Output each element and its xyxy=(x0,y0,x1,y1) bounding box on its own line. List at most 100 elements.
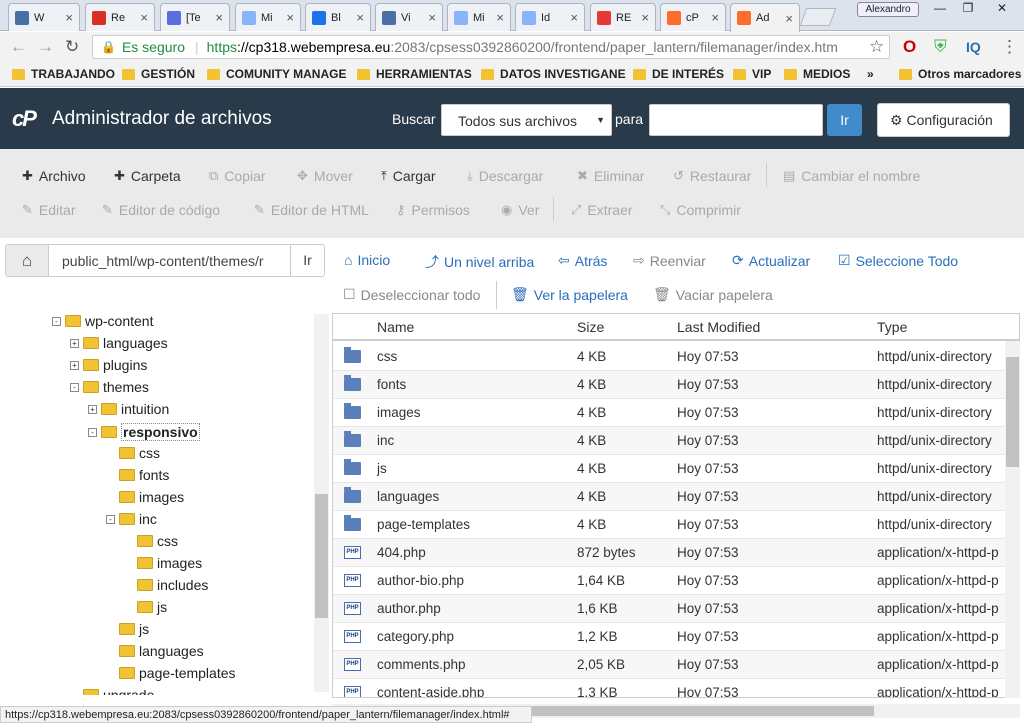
actualizar-button[interactable]: ⟳ Actualizar xyxy=(732,252,810,269)
tree-scrollbar[interactable] xyxy=(314,314,329,692)
permisos-button[interactable]: ⚷ Permisos xyxy=(396,202,470,218)
cargar-button[interactable]: ⤒ Cargar xyxy=(381,168,436,184)
cpanel-logo[interactable]: cP xyxy=(12,106,37,132)
column-header-type[interactable]: Type xyxy=(877,319,907,335)
editor-de-html-button[interactable]: ✎ Editor de HTML xyxy=(254,202,369,218)
file-row[interactable]: languages 4 KB Hoy 07:53 httpd/unix-directo… xyxy=(333,483,1019,511)
column-header-name[interactable]: Name xyxy=(377,319,414,335)
file-row[interactable]: PHP comments.php 2,05 KB Hoy 07:53 applicati… xyxy=(333,651,1019,679)
browser-tab[interactable]: cP × xyxy=(660,3,726,31)
file-row[interactable]: PHP content-aside.php 1,3 KB Hoy 07:53 appli… xyxy=(333,679,1019,697)
tab-close-icon[interactable]: × xyxy=(711,10,719,25)
tree-node-languages[interactable]: + languages xyxy=(70,335,168,351)
tab-close-icon[interactable]: × xyxy=(496,10,504,25)
column-header-last-modified[interactable]: Last Modified xyxy=(677,319,760,335)
forward-icon[interactable]: → xyxy=(37,37,54,57)
tab-close-icon[interactable]: × xyxy=(65,10,73,25)
search-scope-select[interactable]: Todos sus archivos ▼ xyxy=(441,104,612,136)
bookmark-folder[interactable]: MEDIOS xyxy=(784,67,850,81)
ver-button[interactable]: ◉ Ver xyxy=(501,202,539,218)
file-row[interactable]: images 4 KB Hoy 07:53 httpd/unix-directory xyxy=(333,399,1019,427)
inicio-button[interactable]: ⌂ Inicio xyxy=(344,252,390,268)
collapse-icon[interactable]: - xyxy=(106,514,115,524)
minimize-button[interactable]: — xyxy=(925,0,955,18)
tree-node-intuition[interactable]: + intuition xyxy=(88,401,169,417)
back-icon[interactable]: ← xyxy=(10,37,27,57)
copiar-button[interactable]: ⧉ Copiar xyxy=(209,168,266,184)
tree-node-page-templates[interactable]: page-templates xyxy=(106,665,236,681)
collapse-icon[interactable]: - xyxy=(70,382,79,392)
collapse-icon[interactable]: - xyxy=(88,427,97,437)
tree-node-themes[interactable]: - themes xyxy=(70,379,149,395)
seleccione-todo-button[interactable]: ☑ Seleccione Todo xyxy=(838,252,958,269)
tree-node-wp-content[interactable]: - wp-content xyxy=(52,313,153,329)
eliminar-button[interactable]: ✖ Eliminar xyxy=(577,168,644,184)
reload-icon[interactable]: ↻ xyxy=(65,37,79,57)
file-row[interactable]: inc 4 KB Hoy 07:53 httpd/unix-directory xyxy=(333,427,1019,455)
path-go-button[interactable]: Ir xyxy=(290,245,324,276)
path-input[interactable]: public_html/wp-content/themes/r xyxy=(62,253,282,269)
tree-node-plugins[interactable]: + plugins xyxy=(70,357,147,373)
file-row[interactable]: page-templates 4 KB Hoy 07:53 httpd/unix-di… xyxy=(333,511,1019,539)
reenviar-button[interactable]: ⇨ Reenviar xyxy=(633,252,706,269)
tree-node-css[interactable]: css xyxy=(124,533,178,549)
tree-node-responsivo[interactable]: - responsivo xyxy=(88,423,200,441)
bookmark-folder[interactable]: TRABAJANDO xyxy=(12,67,115,81)
file-row[interactable]: PHP category.php 1,2 KB Hoy 07:53 applicatio… xyxy=(333,623,1019,651)
tree-node-js[interactable]: js xyxy=(106,621,149,637)
restaurar-button[interactable]: ↺ Restaurar xyxy=(673,168,751,184)
url-field[interactable]: 🔒 Es seguro | https://cp318.webempresa.e… xyxy=(92,35,890,59)
new-tab-button[interactable] xyxy=(799,8,837,26)
home-button[interactable]: ⌂ xyxy=(6,245,49,276)
file-row[interactable]: css 4 KB Hoy 07:53 httpd/unix-directory xyxy=(333,343,1019,371)
search-go-button[interactable]: Ir xyxy=(827,104,862,136)
atr-s-button[interactable]: ⇦ Atrás xyxy=(558,252,607,269)
tree-node-images[interactable]: images xyxy=(124,555,202,571)
tree-node-inc[interactable]: - inc xyxy=(106,511,157,527)
browser-tab[interactable]: Ad × xyxy=(730,3,800,32)
bookmarks-more-button[interactable]: » xyxy=(867,67,874,81)
tab-close-icon[interactable]: × xyxy=(215,10,223,25)
file-row[interactable]: fonts 4 KB Hoy 07:53 httpd/unix-directory xyxy=(333,371,1019,399)
browser-tab[interactable]: Vi × xyxy=(375,3,443,31)
settings-button[interactable]: ⚙ Configuración xyxy=(877,103,1010,137)
file-row[interactable]: PHP 404.php 872 bytes Hoy 07:53 application/… xyxy=(333,539,1019,567)
deseleccionar-todo-button[interactable]: ☐ Deseleccionar todo xyxy=(343,286,480,303)
editor-de-código-button[interactable]: ✎ Editor de código xyxy=(102,202,220,218)
vaciar-papelera-button[interactable]: 🗑 Vaciar papelera xyxy=(653,286,773,303)
collapse-icon[interactable]: - xyxy=(52,316,61,326)
tree-node-css[interactable]: css xyxy=(106,445,160,461)
maximize-button[interactable]: ❐ xyxy=(953,0,983,18)
ver-la-papelera-button[interactable]: 🗑 Ver la papelera xyxy=(511,286,628,303)
file-list-scroll-thumb[interactable] xyxy=(1006,357,1019,467)
tab-close-icon[interactable]: × xyxy=(140,10,148,25)
tree-scroll-thumb[interactable] xyxy=(315,494,328,618)
browser-tab[interactable]: Bl × xyxy=(305,3,371,31)
expand-icon[interactable]: + xyxy=(88,404,97,414)
search-input[interactable] xyxy=(649,104,823,136)
star-icon[interactable]: ☆ xyxy=(869,37,884,57)
bookmark-folder[interactable]: VIP xyxy=(733,67,771,81)
tab-close-icon[interactable]: × xyxy=(286,10,294,25)
browser-tab[interactable]: Mi × xyxy=(447,3,511,31)
descargar-button[interactable]: ⤓ Descargar xyxy=(467,168,543,184)
file-row[interactable]: js 4 KB Hoy 07:53 httpd/unix-directory xyxy=(333,455,1019,483)
editar-button[interactable]: ✎ Editar xyxy=(22,202,75,218)
bookmark-folder[interactable]: GESTIÓN xyxy=(122,67,195,81)
close-window-button[interactable]: ✕ xyxy=(987,0,1017,18)
extraer-button[interactable]: ⤢ Extraer xyxy=(571,202,633,218)
carpeta-button[interactable]: ✚ Carpeta xyxy=(114,168,181,184)
other-bookmarks-folder[interactable]: Otros marcadores xyxy=(899,67,1021,81)
expand-icon[interactable]: + xyxy=(70,338,79,348)
tree-node-images[interactable]: images xyxy=(106,489,184,505)
tab-close-icon[interactable]: × xyxy=(356,10,364,25)
archivo-button[interactable]: ✚ Archivo xyxy=(22,168,86,184)
tab-close-icon[interactable]: × xyxy=(428,10,436,25)
tab-close-icon[interactable]: × xyxy=(570,10,578,25)
bookmark-folder[interactable]: COMUNITY MANAGE xyxy=(207,67,346,81)
browser-tab[interactable]: RE × xyxy=(590,3,656,31)
column-header-size[interactable]: Size xyxy=(577,319,604,335)
shield-icon[interactable]: ⛨ xyxy=(934,37,947,57)
menu-icon[interactable]: ⋮ xyxy=(1001,37,1018,57)
iq-icon[interactable]: IQ xyxy=(966,39,981,55)
